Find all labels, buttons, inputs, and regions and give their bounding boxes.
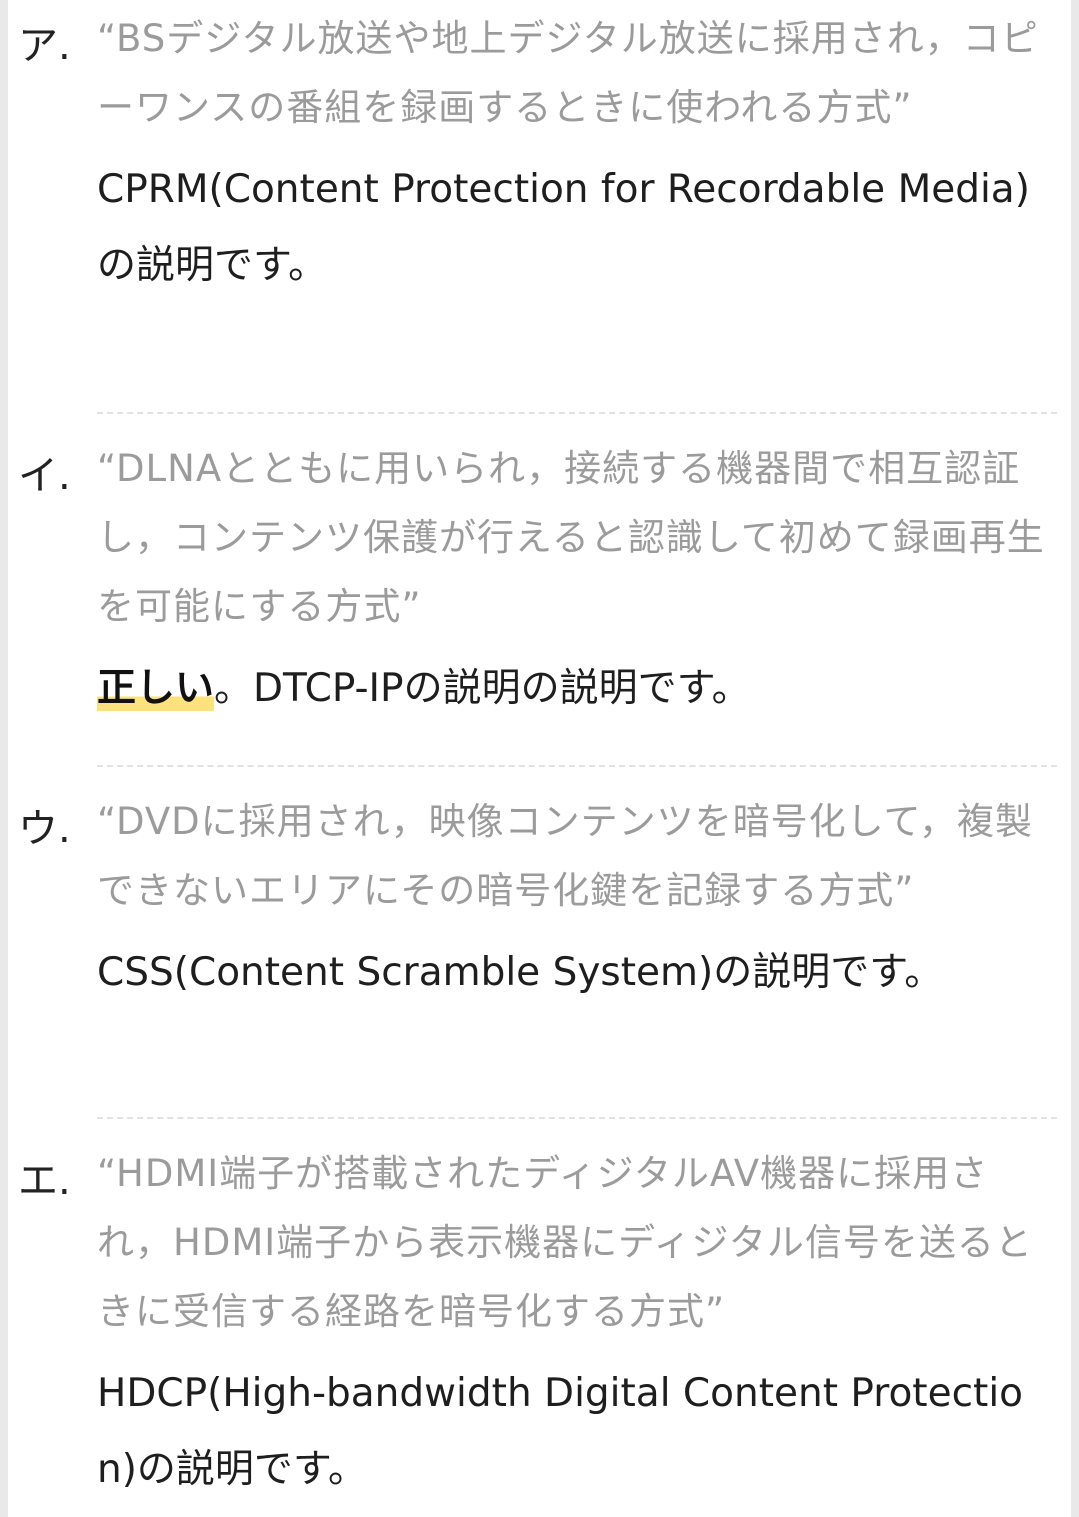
page-content: ア. “BSデジタル放送や地上デジタル放送に採用され，コピーワンスの番組を録画す… [8, 0, 1071, 1517]
choice-answer: CSS(Content Scramble System)の説明です。 [97, 950, 944, 995]
choice-answer: CPRM(Content Protection for Recordable M… [97, 167, 1030, 288]
divider [97, 765, 1057, 767]
choice-body: “BSデジタル放送や地上デジタル放送に採用され，コピーワンスの番組を録画するとき… [97, 4, 1057, 304]
choice-label: ア. [18, 23, 71, 69]
choice-label: イ. [18, 453, 71, 499]
correct-highlight: 正しい [97, 666, 215, 711]
choice-label: ウ. [18, 806, 71, 852]
choice-question: “DVDに採用され，映像コンテンツを暗号化して，複製できないエリアにその暗号化鍵… [97, 800, 1033, 912]
choice-body: “DVDに採用され，映像コンテンツを暗号化して，複製できないエリアにその暗号化鍵… [97, 787, 1057, 1011]
choice-answer: 正しい。DTCP-IPの説明の説明です。 [97, 651, 1057, 727]
divider [97, 412, 1057, 414]
divider [97, 1117, 1057, 1119]
choice-question: “HDMI端子が搭載されたディジタルAV機器に採用され，HDMI端子から表示機器… [97, 1152, 1033, 1333]
choice-answer: HDCP(High-bandwidth Digital Content Prot… [97, 1371, 1024, 1492]
choice-body: “HDMI端子が搭載されたディジタルAV機器に採用され，HDMI端子から表示機器… [97, 1139, 1057, 1508]
choice-question: “DLNAとともに用いられ，接続する機器間で相互認証し，コンテンツ保護が行えると… [97, 447, 1045, 628]
answer-text: 。DTCP-IPの説明の説明です。 [214, 666, 751, 711]
choice-label: エ. [18, 1158, 71, 1204]
choice-question: “BSデジタル放送や地上デジタル放送に採用され，コピーワンスの番組を録画するとき… [97, 17, 1039, 129]
choice-body: “DLNAとともに用いられ，接続する機器間で相互認証し，コンテンツ保護が行えると… [97, 434, 1057, 727]
